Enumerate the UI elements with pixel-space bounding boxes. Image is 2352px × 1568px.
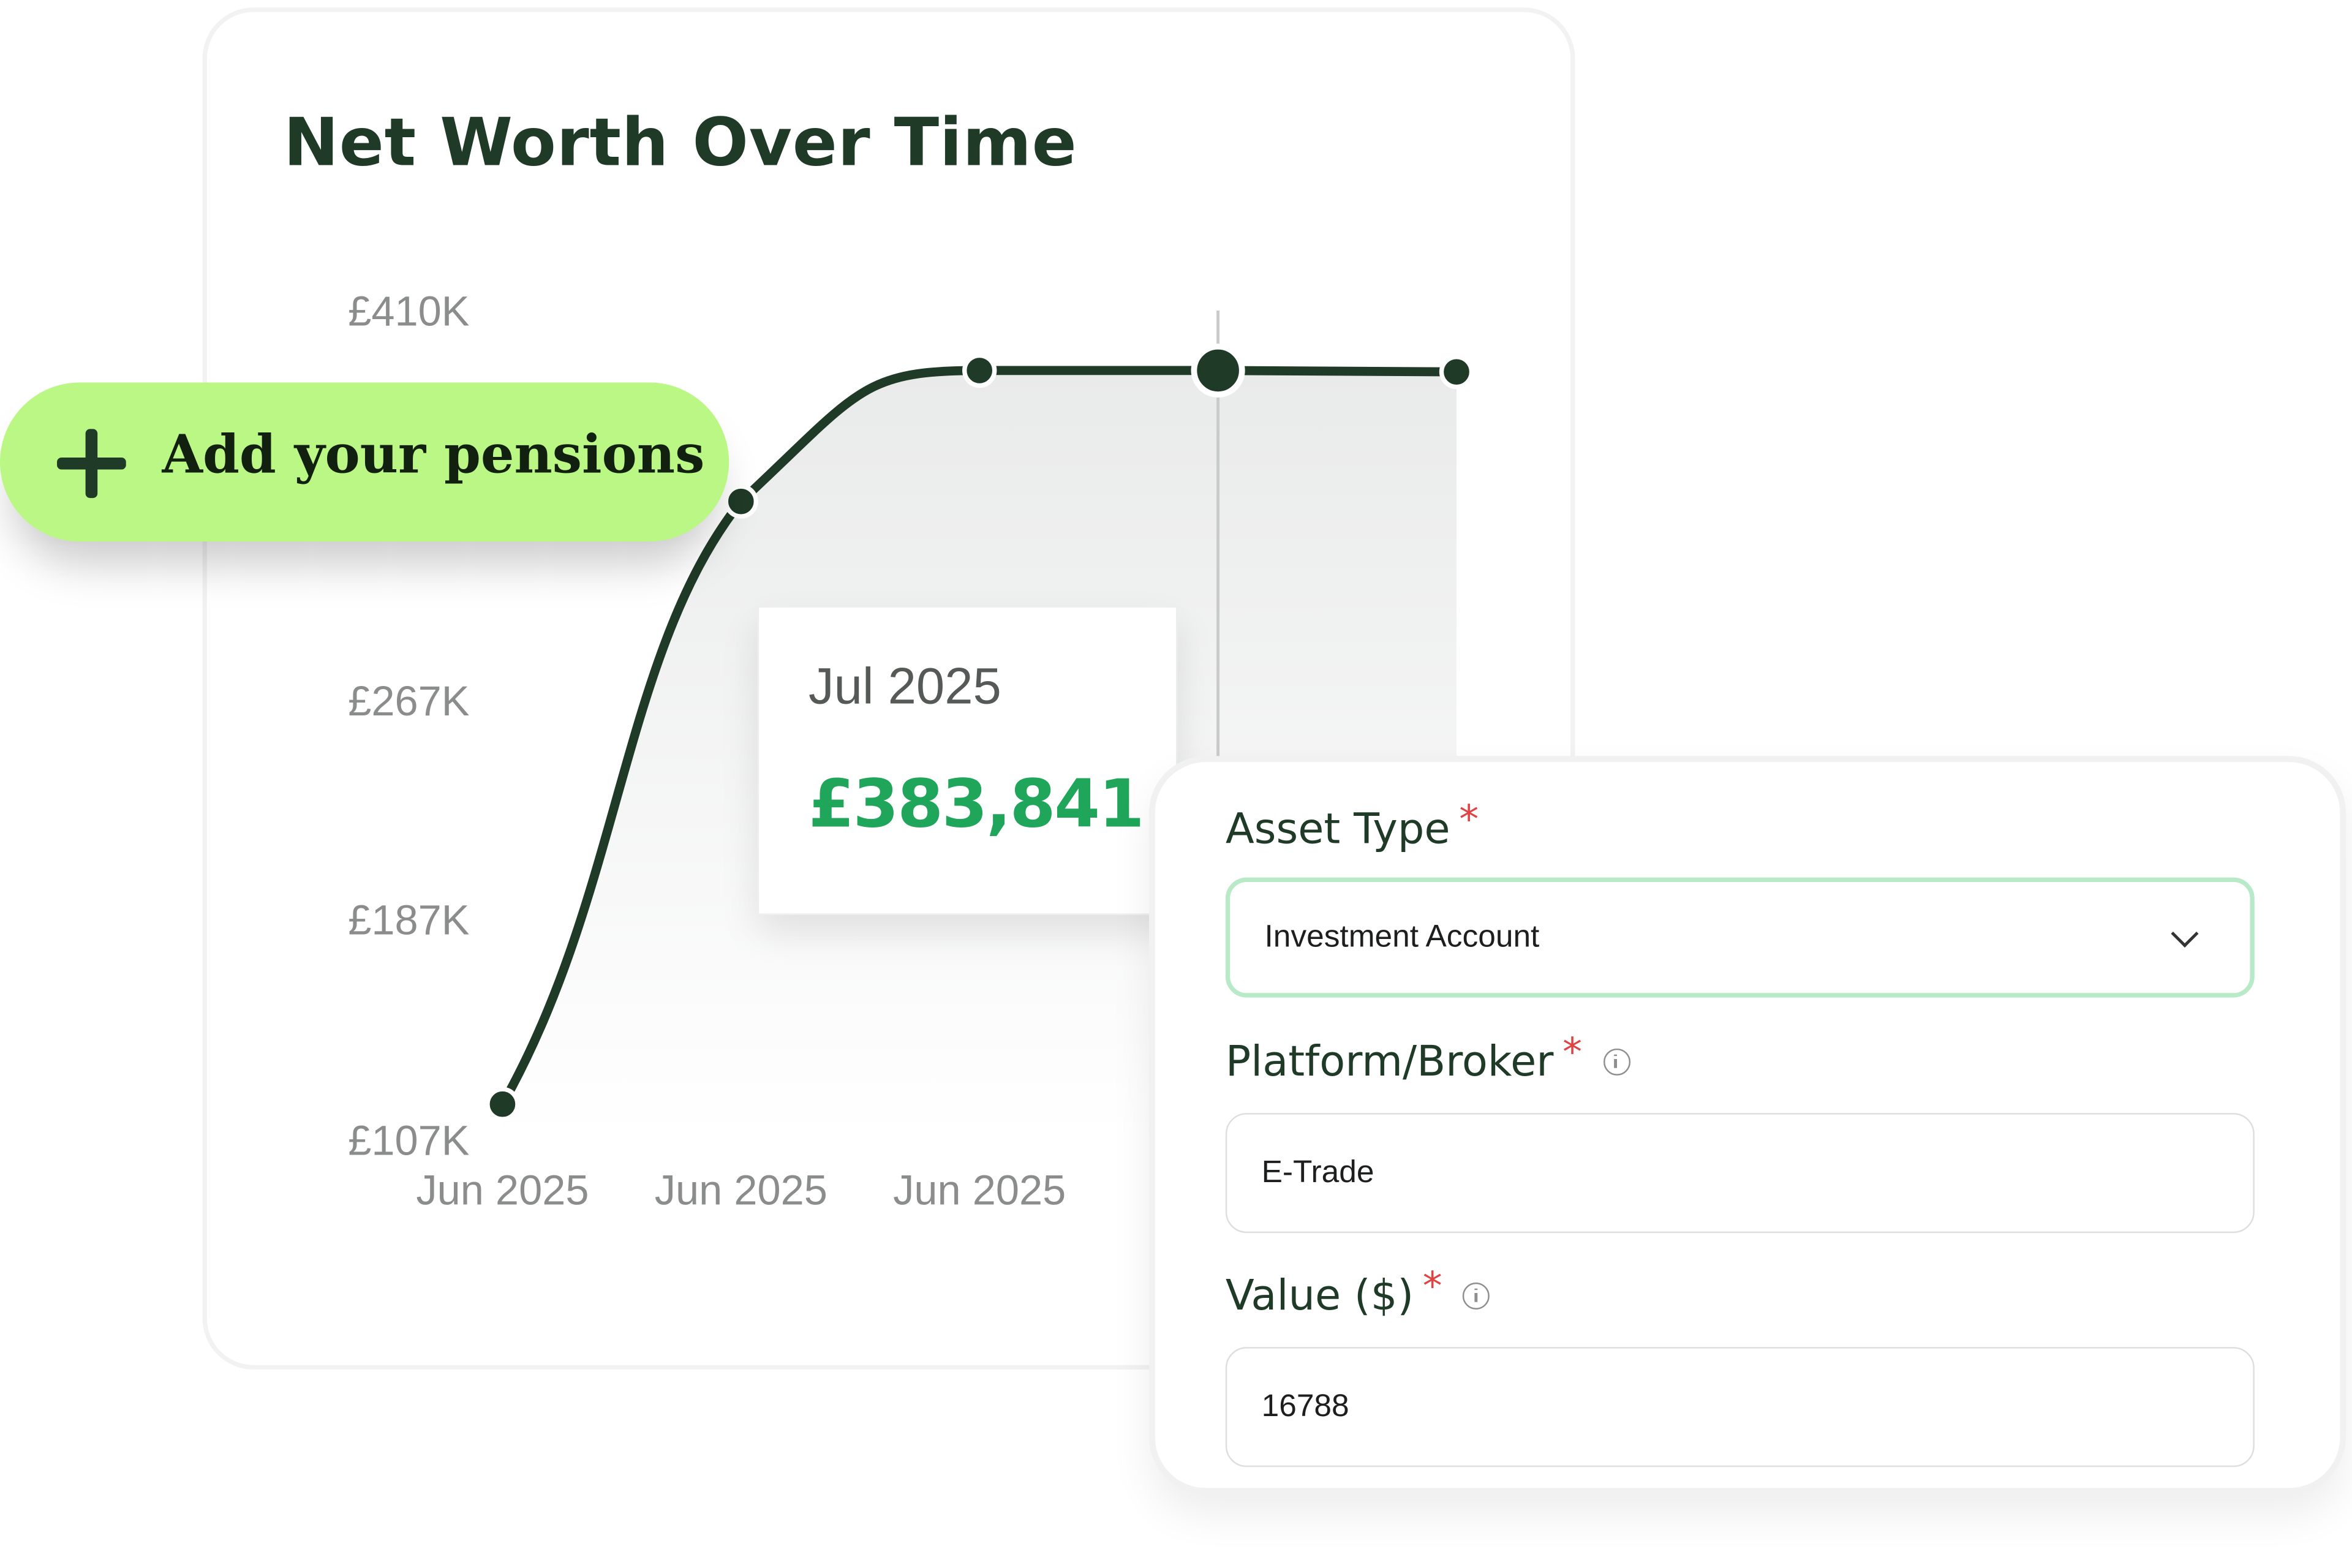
required-mark: * bbox=[1562, 1030, 1583, 1075]
chart-tooltip: Jul 2025 £383,841 bbox=[757, 606, 1178, 915]
stage: Net Worth Over Time £410K £267K £187K £107K… bbox=[0, 0, 2352, 1567]
x-tick-label: Jun 2025 bbox=[655, 1167, 827, 1214]
value-input-value: 16788 bbox=[1261, 1389, 1349, 1424]
chart-point[interactable] bbox=[723, 484, 758, 519]
platform-broker-input[interactable]: E-Trade bbox=[1225, 1113, 2255, 1234]
x-tick-label: Jun 2025 bbox=[893, 1167, 1066, 1214]
platform-broker-label-text: Platform/Broker bbox=[1225, 1036, 1554, 1087]
asset-type-label: Asset Type * bbox=[1225, 797, 1479, 854]
asset-type-label-text: Asset Type bbox=[1225, 804, 1450, 854]
required-mark: * bbox=[1459, 797, 1479, 843]
chevron-down-icon bbox=[2171, 919, 2199, 948]
y-tick-label: £107K bbox=[348, 1117, 469, 1164]
platform-broker-value: E-Trade bbox=[1261, 1155, 1374, 1190]
add-pensions-label: Add your pensions bbox=[162, 424, 705, 486]
tooltip-date: Jul 2025 bbox=[809, 658, 1001, 716]
required-mark: * bbox=[1422, 1264, 1442, 1309]
chart-point[interactable] bbox=[1439, 354, 1474, 390]
y-tick-label: £267K bbox=[348, 677, 469, 725]
chart-point[interactable] bbox=[485, 1087, 520, 1121]
add-pensions-button[interactable]: Add your pensions bbox=[0, 382, 729, 542]
y-tick-label: £410K bbox=[348, 287, 469, 334]
y-tick-label: £187K bbox=[348, 897, 469, 944]
value-label: Value ($) * bbox=[1225, 1264, 1490, 1321]
value-input[interactable]: 16788 bbox=[1225, 1347, 2255, 1468]
info-icon[interactable] bbox=[1603, 1047, 1630, 1075]
x-tick-label: Jun 2025 bbox=[416, 1167, 589, 1214]
chart-point-highlighted[interactable] bbox=[1191, 343, 1245, 398]
plus-icon bbox=[57, 429, 126, 499]
platform-broker-label: Platform/Broker * bbox=[1225, 1030, 1630, 1087]
asset-type-select[interactable]: Investment Account bbox=[1225, 877, 2255, 998]
info-icon[interactable] bbox=[1463, 1281, 1490, 1309]
chart-point[interactable] bbox=[962, 353, 997, 388]
tooltip-value: £383,841 bbox=[809, 766, 1145, 843]
value-label-text: Value ($) bbox=[1225, 1270, 1414, 1321]
asset-type-value: Investment Account bbox=[1264, 919, 1540, 954]
